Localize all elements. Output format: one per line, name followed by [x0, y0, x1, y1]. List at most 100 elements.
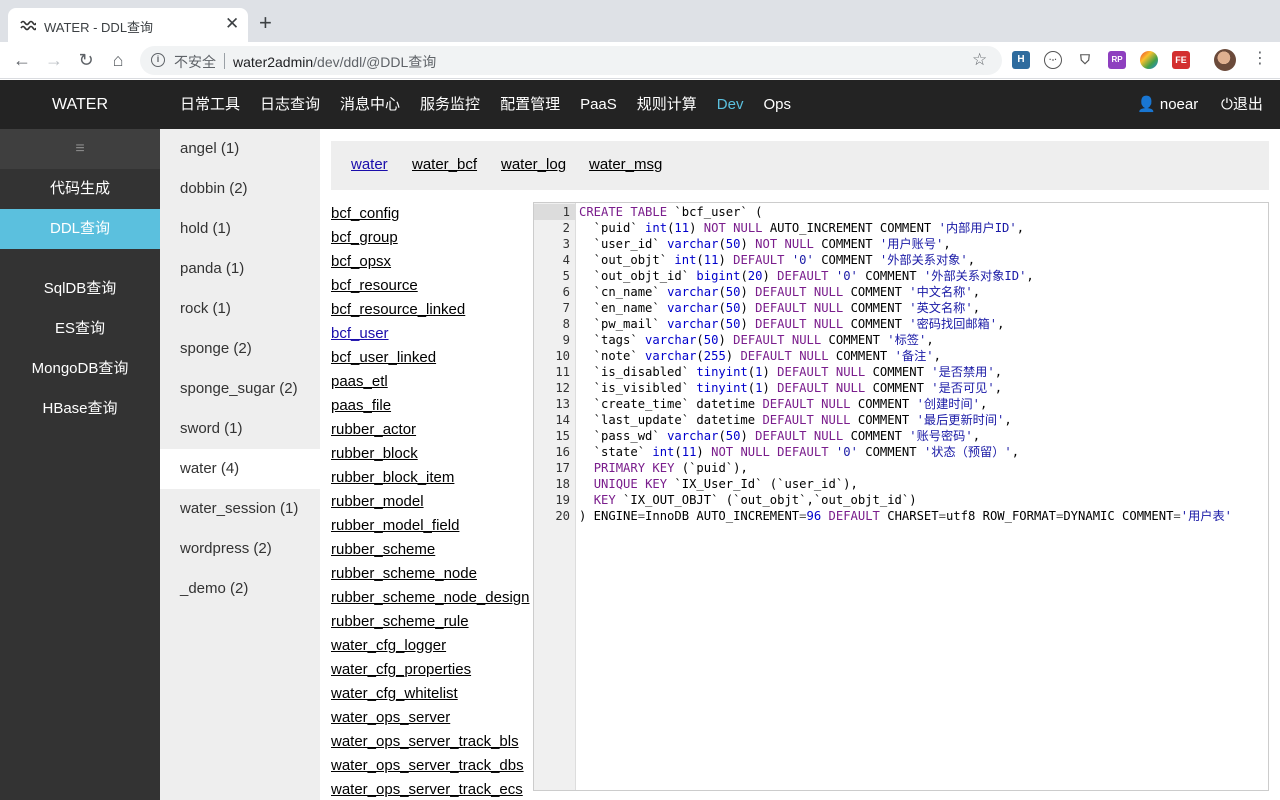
table-link[interactable]: rubber_block: [331, 444, 418, 464]
table-link[interactable]: bcf_config: [331, 204, 399, 224]
table-link[interactable]: water_cfg_whitelist: [331, 684, 458, 704]
line-number: 3: [562, 237, 570, 251]
username: noear: [1159, 96, 1199, 113]
browser-menu-icon[interactable]: ⋮: [1252, 50, 1268, 68]
table-link[interactable]: water_ops_server: [331, 708, 450, 728]
code-text: `user_id` varchar(50) NOT NULL COMMENT '…: [579, 237, 951, 251]
table-link[interactable]: rubber_scheme: [331, 540, 435, 560]
back-arrow-icon[interactable]: ←: [12, 50, 32, 70]
profile-avatar[interactable]: [1214, 49, 1236, 71]
nav-service-monitor[interactable]: 服务监控: [420, 80, 480, 129]
nav-daily-tools[interactable]: 日常工具: [180, 80, 240, 129]
tab-water-msg[interactable]: water_msg: [589, 156, 662, 173]
sidebar-item-ddl-query[interactable]: DDL查询: [0, 209, 160, 249]
table-link[interactable]: water_ops_server_track_bls: [331, 732, 519, 752]
reload-icon[interactable]: ↻: [76, 50, 96, 70]
sidebar-item-code-gen[interactable]: 代码生成: [0, 169, 160, 209]
tab-water-bcf[interactable]: water_bcf: [412, 156, 477, 173]
table-link[interactable]: water_cfg_properties: [331, 660, 471, 680]
code-line: 13 `create_time` datetime DEFAULT NULL C…: [534, 396, 1268, 412]
nav-paas[interactable]: PaaS: [580, 80, 617, 129]
sidebar-item-mongodb-query[interactable]: MongoDB查询: [0, 349, 160, 389]
new-tab-icon[interactable]: +: [259, 11, 272, 35]
app-header: WATER 日常工具 日志查询 消息中心 服务监控 配置管理 PaaS 规则计算…: [0, 80, 1280, 129]
ext-clock-icon[interactable]: ·-·: [1044, 51, 1062, 69]
table-link[interactable]: bcf_group: [331, 228, 398, 248]
tab-water[interactable]: water: [351, 156, 388, 173]
table-link[interactable]: rubber_block_item: [331, 468, 454, 488]
table-link[interactable]: bcf_resource: [331, 276, 418, 296]
ddl-code-editor[interactable]: 1 CREATE TABLE `bcf_user` (2 `puid` int(1…: [533, 202, 1269, 791]
table-link[interactable]: water_ops_server_track_ecs: [331, 780, 523, 800]
browser-tab[interactable]: WATER - DDL查询 ✕: [8, 8, 248, 42]
table-link[interactable]: rubber_actor: [331, 420, 416, 440]
nav-dev[interactable]: Dev: [717, 80, 744, 129]
user-menu[interactable]: 👤 noear: [1137, 80, 1198, 129]
schema-item-demo[interactable]: _demo (2): [160, 569, 320, 609]
code-text: `out_objt_id` bigint(20) DEFAULT '0' COM…: [579, 269, 1034, 283]
code-line: 6 `cn_name` varchar(50) DEFAULT NULL COM…: [534, 284, 1268, 300]
user-icon: 👤: [1137, 96, 1156, 113]
code-text: PRIMARY KEY (`puid`),: [593, 461, 748, 475]
schema-item-water-session[interactable]: water_session (1): [160, 489, 320, 529]
table-link[interactable]: rubber_scheme_rule: [331, 612, 469, 632]
code-text: `out_objt` int(11) DEFAULT '0' COMMENT '…: [579, 253, 976, 267]
ext-shield-icon[interactable]: ⛉: [1076, 51, 1094, 69]
code-text: `is_disabled` tinyint(1) DEFAULT NULL CO…: [579, 365, 1003, 379]
ext-h-icon[interactable]: H: [1012, 51, 1030, 69]
table-link[interactable]: rubber_scheme_node: [331, 564, 477, 584]
code-text: `pw_mail` varchar(50) DEFAULT NULL COMME…: [579, 317, 1005, 331]
table-link[interactable]: bcf_opsx: [331, 252, 391, 272]
schema-item-water[interactable]: water (4): [160, 449, 320, 489]
ext-fe-icon[interactable]: FE: [1172, 51, 1190, 69]
url-text[interactable]: water2admin/dev/ddl/@DDL查询: [233, 52, 436, 72]
home-icon[interactable]: ⌂: [108, 50, 128, 70]
forward-arrow-icon[interactable]: →: [44, 50, 64, 70]
tab-water-log[interactable]: water_log: [501, 156, 566, 173]
schema-item-dobbin[interactable]: dobbin (2): [160, 169, 320, 209]
ext-rp-icon[interactable]: RP: [1108, 51, 1126, 69]
table-link-active[interactable]: bcf_user: [331, 324, 389, 344]
table-link[interactable]: rubber_model_field: [331, 516, 459, 536]
code-line: 5 `out_objt_id` bigint(20) DEFAULT '0' C…: [534, 268, 1268, 284]
ext-color-icon[interactable]: [1140, 51, 1158, 69]
schema-item-panda[interactable]: panda (1): [160, 249, 320, 289]
schema-item-sword[interactable]: sword (1): [160, 409, 320, 449]
table-link[interactable]: water_cfg_logger: [331, 636, 446, 656]
logout-button[interactable]: ⏻退出: [1221, 80, 1263, 129]
schema-item-angel[interactable]: angel (1): [160, 129, 320, 169]
table-link[interactable]: rubber_scheme_node_design: [331, 588, 529, 608]
code-line: 2 `puid` int(11) NOT NULL AUTO_INCREMENT…: [534, 220, 1268, 236]
bookmark-star-icon[interactable]: ☆: [972, 50, 987, 70]
schema-item-hold[interactable]: hold (1): [160, 209, 320, 249]
menu-toggle-icon[interactable]: ≡: [0, 129, 160, 169]
schema-item-sponge-sugar[interactable]: sponge_sugar (2): [160, 369, 320, 409]
line-number: 2: [562, 221, 570, 235]
nav-config-management[interactable]: 配置管理: [500, 80, 560, 129]
schema-item-sponge[interactable]: sponge (2): [160, 329, 320, 369]
tab-title: WATER - DDL查询: [44, 20, 154, 35]
table-link[interactable]: paas_file: [331, 396, 391, 416]
table-link[interactable]: water_ops_server_track_dbs: [331, 756, 524, 776]
info-icon[interactable]: i: [151, 53, 165, 67]
table-link[interactable]: bcf_user_linked: [331, 348, 436, 368]
brand-logo[interactable]: WATER: [0, 80, 160, 129]
nav-rule-compute[interactable]: 规则计算: [637, 80, 697, 129]
sidebar-item-es-query[interactable]: ES查询: [0, 309, 160, 349]
code-line: 4 `out_objt` int(11) DEFAULT '0' COMMENT…: [534, 252, 1268, 268]
schema-item-wordpress[interactable]: wordpress (2): [160, 529, 320, 569]
sidebar-item-sqldb-query[interactable]: SqlDB查询: [0, 269, 160, 309]
table-link[interactable]: bcf_resource_linked: [331, 300, 465, 320]
nav-message-center[interactable]: 消息中心: [340, 80, 400, 129]
close-tab-icon[interactable]: ✕: [225, 15, 239, 33]
code-text: KEY `IX_OUT_OBJT` (`out_objt`,`out_objt_…: [593, 493, 917, 507]
address-bar[interactable]: i 不安全 water2admin/dev/ddl/@DDL查询 ☆: [140, 46, 1002, 75]
sidebar-item-hbase-query[interactable]: HBase查询: [0, 389, 160, 429]
line-number: 20: [555, 509, 570, 523]
schema-item-rock[interactable]: rock (1): [160, 289, 320, 329]
table-link[interactable]: rubber_model: [331, 492, 424, 512]
nav-ops[interactable]: Ops: [763, 80, 791, 129]
code-text: `pass_wd` varchar(50) DEFAULT NULL COMME…: [579, 429, 981, 443]
nav-log-query[interactable]: 日志查询: [260, 80, 320, 129]
table-link[interactable]: paas_etl: [331, 372, 388, 392]
